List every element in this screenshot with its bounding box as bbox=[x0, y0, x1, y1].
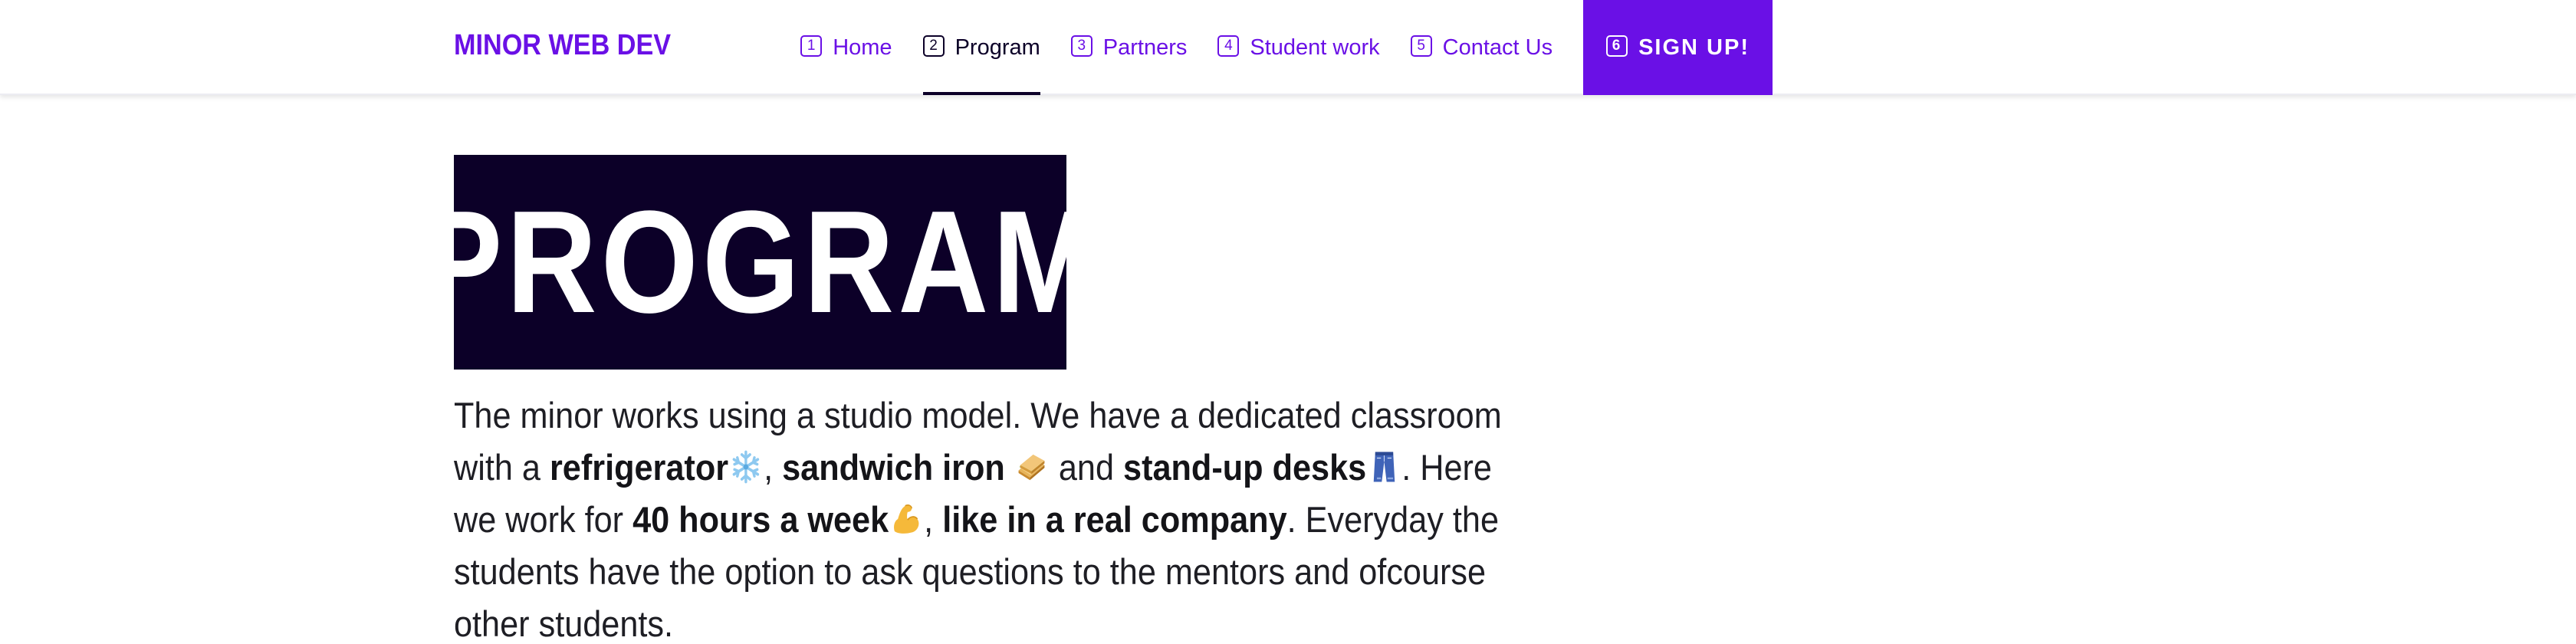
brand-logo-link[interactable]: MINOR WEB DEV bbox=[454, 29, 671, 62]
shortcut-key-badge: 6 bbox=[1606, 35, 1628, 57]
nav-item-label: Program bbox=[955, 34, 1040, 60]
shortcut-key-badge: 4 bbox=[1217, 35, 1240, 57]
nav-item-label: Partners bbox=[1102, 34, 1188, 60]
snowflake-icon bbox=[732, 450, 760, 484]
nav-item-home[interactable]: 1 Home bbox=[785, 0, 907, 95]
sign-up-button[interactable]: 6 SIGN UP! bbox=[1583, 0, 1773, 95]
flexed-biceps-icon bbox=[894, 504, 919, 534]
intro-highlight: like in a real company bbox=[942, 499, 1287, 540]
nav-item-label: Student work bbox=[1250, 34, 1380, 60]
nav-item-program[interactable]: 2 Program bbox=[908, 0, 1056, 95]
jeans-icon bbox=[1373, 452, 1395, 482]
nav-item-partners[interactable]: 3 Partners bbox=[1056, 0, 1203, 95]
intro-highlight: 40 hours a week bbox=[632, 499, 889, 540]
nav-item-student-work[interactable]: 4 Student work bbox=[1202, 0, 1395, 95]
intro-text: , bbox=[764, 447, 783, 488]
nav-item-label: Contact Us bbox=[1442, 34, 1553, 60]
sandwich-icon bbox=[1018, 454, 1045, 481]
shortcut-key-badge: 1 bbox=[800, 35, 823, 57]
top-navbar: MINOR WEB DEV 1 Home 2 Program 3 Partner… bbox=[0, 0, 2576, 95]
page: MINOR WEB DEV 1 Home 2 Program 3 Partner… bbox=[0, 0, 2576, 644]
intro-highlight: stand-up desks bbox=[1123, 447, 1367, 488]
shortcut-key-badge: 2 bbox=[922, 35, 945, 57]
shortcut-key-badge: 5 bbox=[1410, 35, 1432, 57]
intro-paragraph: The minor works using a studio model. We… bbox=[454, 389, 1533, 644]
intro-highlight: sandwich iron bbox=[782, 447, 1005, 488]
nav-item-contact-us[interactable]: 5 Contact Us bbox=[1395, 0, 1568, 95]
intro-highlight: refrigerator bbox=[549, 447, 729, 488]
page-title-block: PROGRAM bbox=[419, 155, 1097, 370]
nav-item-label: Home bbox=[833, 34, 892, 60]
intro-text: , bbox=[924, 499, 943, 540]
shortcut-key-badge: 3 bbox=[1070, 35, 1092, 57]
sign-up-label: SIGN UP! bbox=[1638, 34, 1750, 60]
page-title: PROGRAM bbox=[419, 181, 1102, 343]
intro-text: and bbox=[1049, 447, 1124, 488]
nav-menu: 1 Home 2 Program 3 Partners 4 Student wo… bbox=[785, 0, 1773, 95]
